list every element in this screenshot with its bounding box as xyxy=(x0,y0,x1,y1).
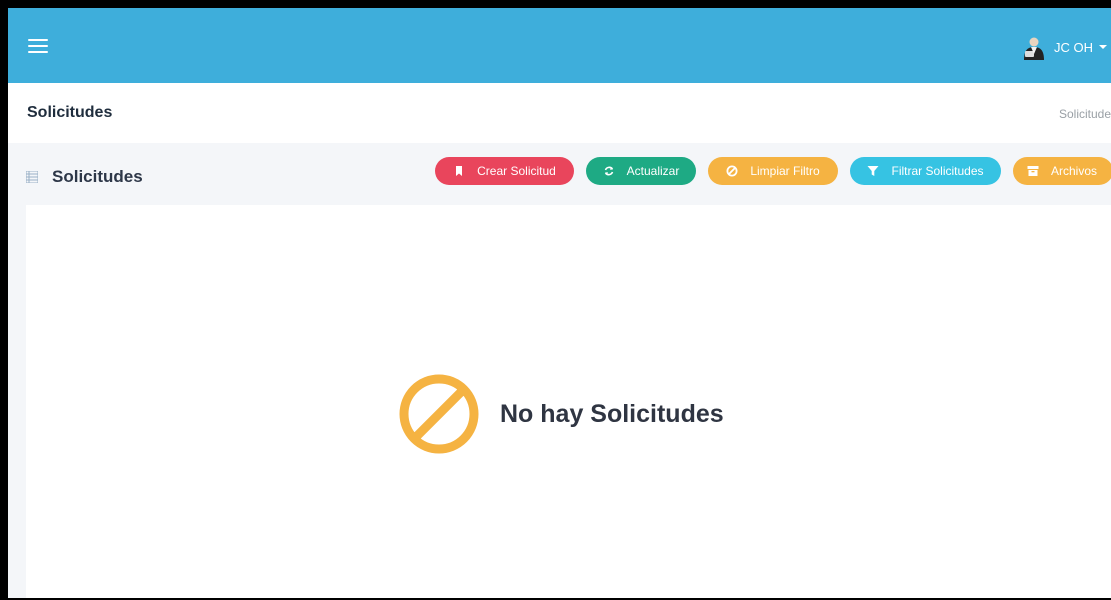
create-request-label: Crear Solicitud xyxy=(477,164,556,178)
archive-button[interactable]: Archivos xyxy=(1013,157,1111,185)
user-name: JC OH xyxy=(1054,39,1093,55)
refresh-label: Actualizar xyxy=(626,164,680,178)
top-navbar: JC OH xyxy=(8,8,1111,83)
card-title-group: Solicitudes xyxy=(26,167,143,187)
requests-content-panel: No hay Solicitudes xyxy=(26,205,1111,598)
card-title: Solicitudes xyxy=(52,167,143,186)
clear-filter-label: Limpiar Filtro xyxy=(750,164,820,178)
app-window: JC OH Solicitudes Solicitudes Solicitude… xyxy=(8,8,1111,598)
empty-state-message: No hay Solicitudes xyxy=(500,399,724,428)
empty-state: No hay Solicitudes xyxy=(398,373,724,455)
list-icon xyxy=(26,171,38,183)
bookmark-icon xyxy=(456,166,463,176)
hamburger-icon[interactable] xyxy=(28,38,48,54)
create-request-button[interactable]: Crear Solicitud xyxy=(435,157,574,185)
archive-label: Archivos xyxy=(1051,164,1098,178)
refresh-icon xyxy=(604,166,613,176)
card-header: Solicitudes Crear Solicitud Actualizar L… xyxy=(8,143,1111,205)
archive-icon xyxy=(1027,166,1039,176)
user-menu[interactable]: JC OH xyxy=(1020,34,1111,60)
filter-requests-label: Filtrar Solicitudes xyxy=(891,164,984,178)
ban-icon xyxy=(399,374,479,454)
clear-filter-button[interactable]: Limpiar Filtro xyxy=(708,157,838,185)
page-title: Solicitudes xyxy=(27,104,113,121)
user-avatar xyxy=(1020,34,1046,60)
filter-icon xyxy=(867,166,879,176)
page-header: Solicitudes Solicitudes xyxy=(8,83,1111,143)
ban-icon xyxy=(726,165,738,177)
refresh-button[interactable]: Actualizar xyxy=(586,157,696,185)
filter-requests-button[interactable]: Filtrar Solicitudes xyxy=(850,157,1001,185)
caret-down-icon xyxy=(1099,45,1107,49)
breadcrumb[interactable]: Solicitudes xyxy=(1059,107,1111,121)
